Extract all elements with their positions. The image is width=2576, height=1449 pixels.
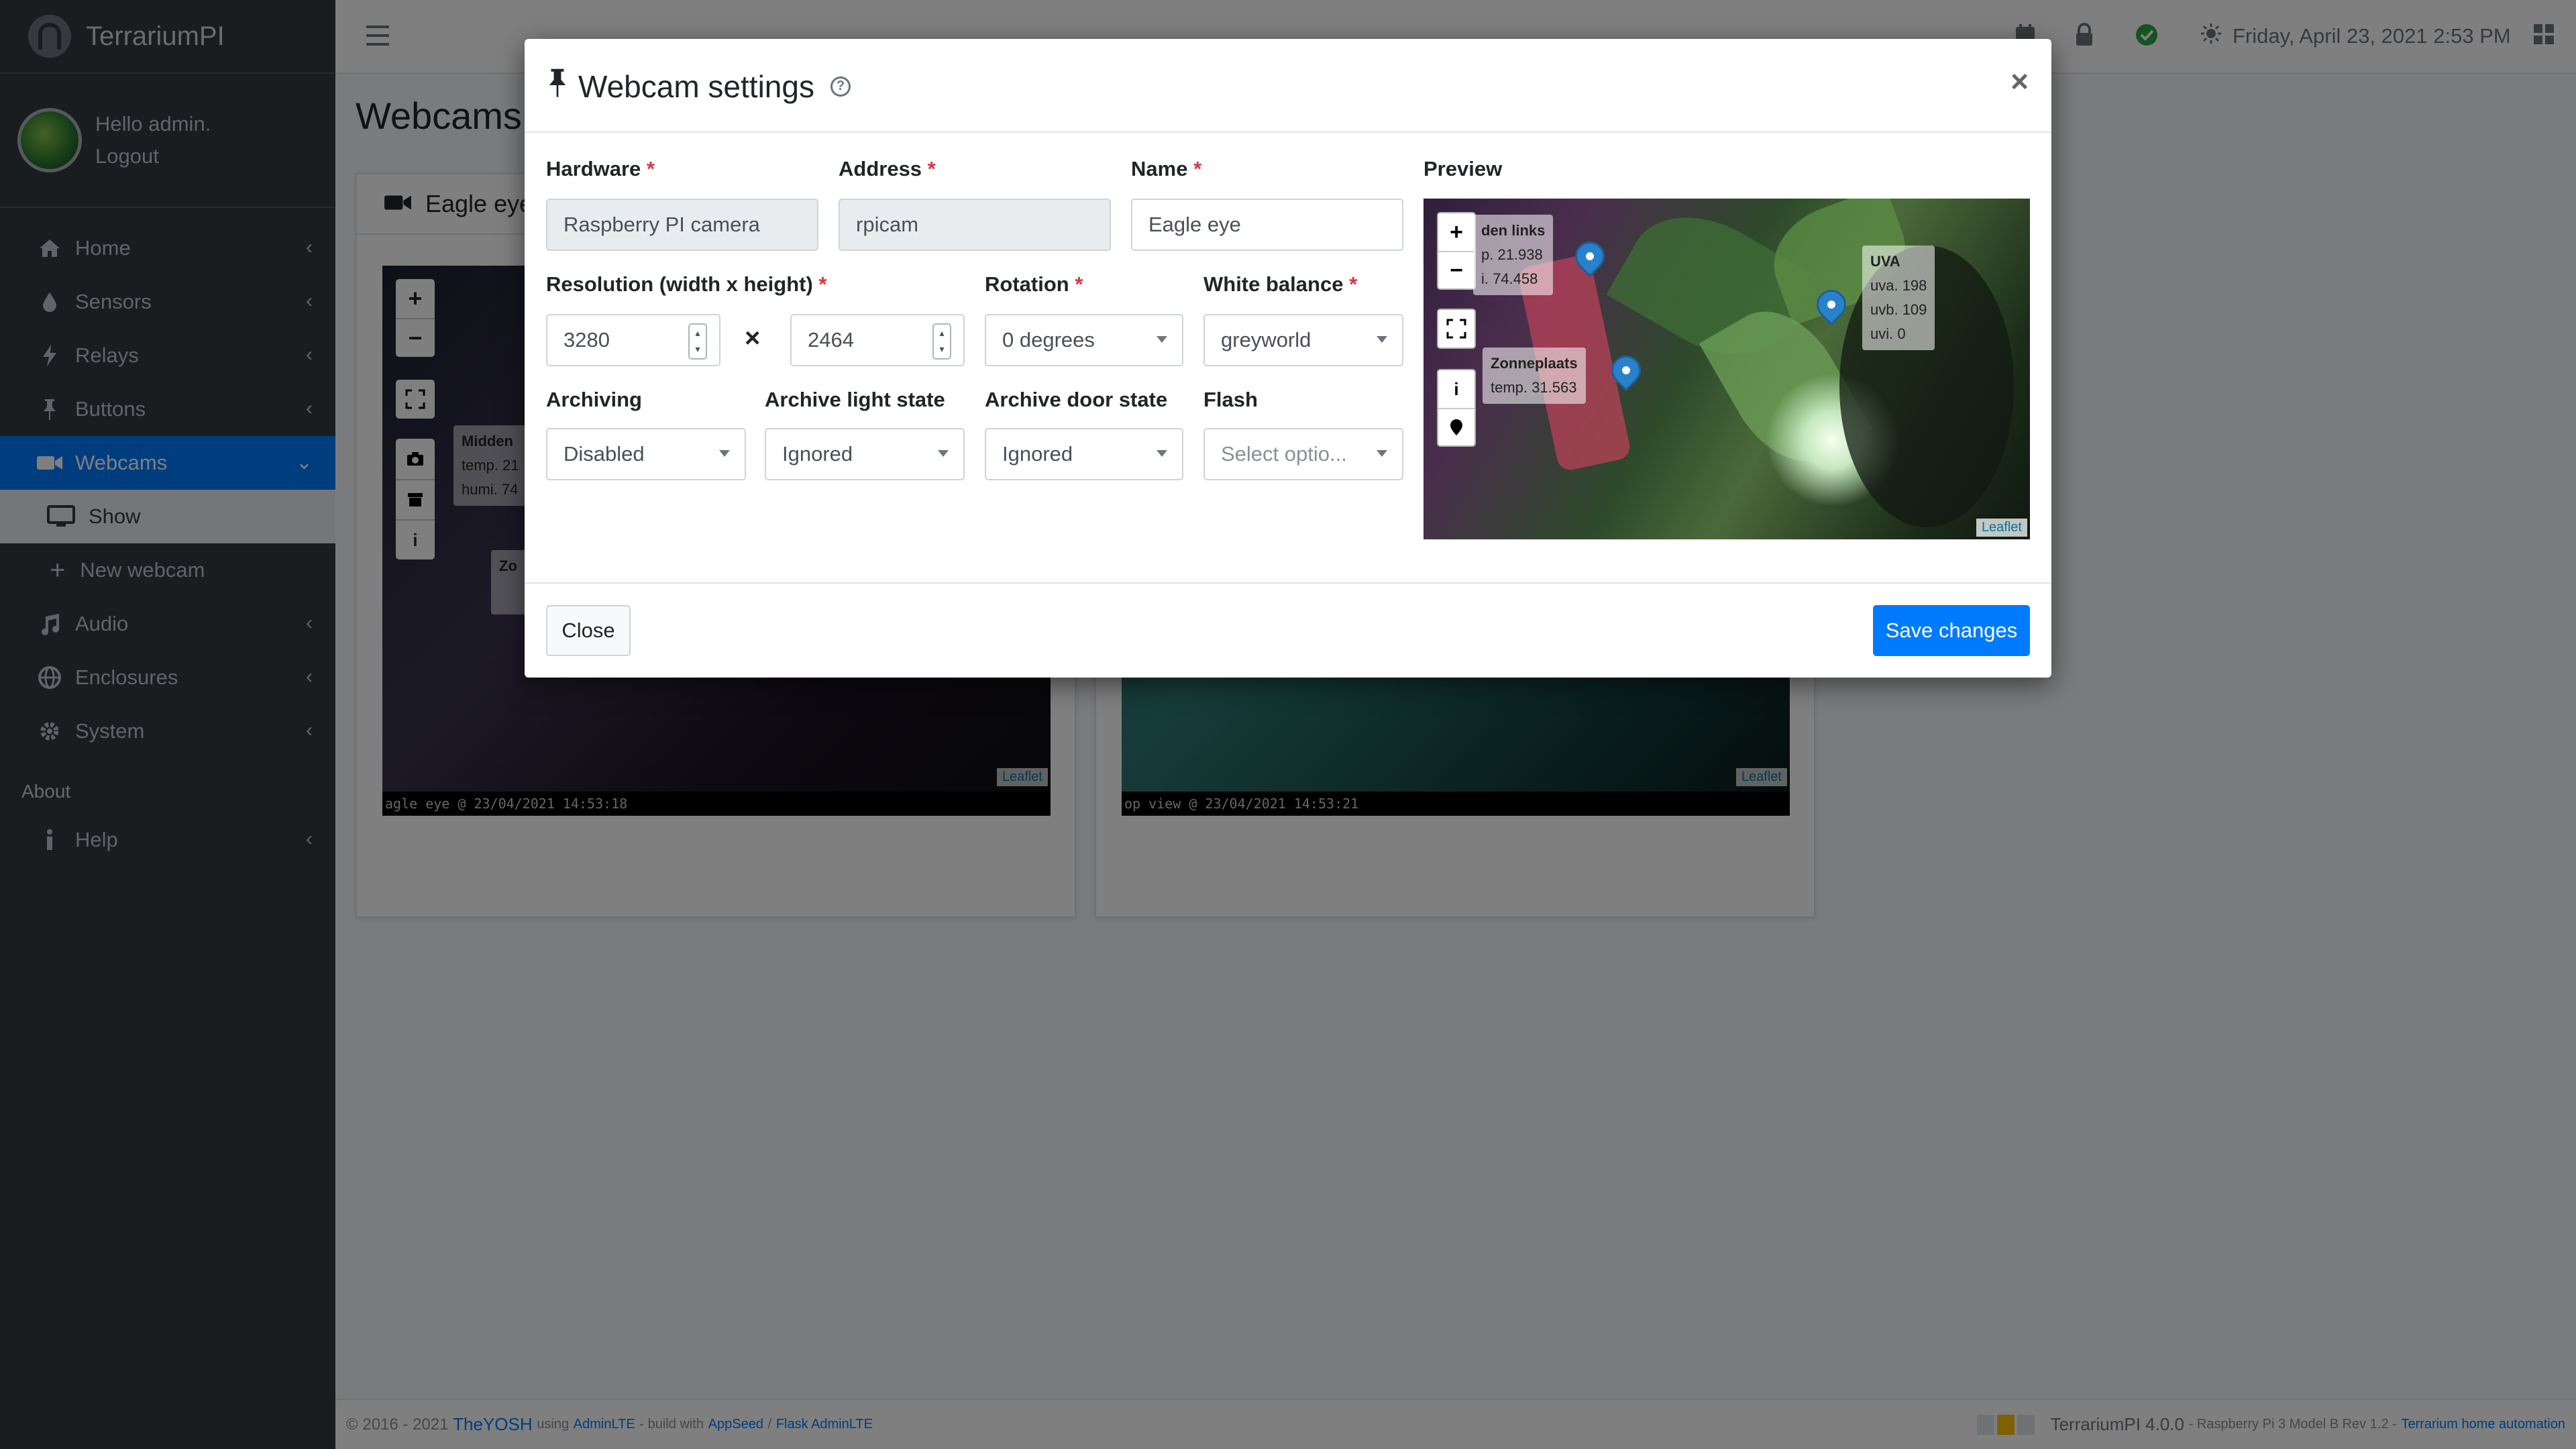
sensor-tooltip: Zonneplaats temp. 31.563 [1483, 347, 1586, 404]
number-spinner-icon[interactable]: ▴ ▾ [932, 323, 951, 360]
resolution-label: Resolution (width x height) * [546, 272, 827, 296]
rotation-label: Rotation * [985, 272, 1083, 296]
leaflet-attribution[interactable]: Leaflet [1976, 519, 2027, 537]
address-label: Address * [839, 157, 936, 180]
flash-select[interactable]: Select optio... [1203, 428, 1403, 480]
info-icon[interactable]: i [1438, 370, 1474, 408]
name-field[interactable]: Eagle eye [1131, 199, 1403, 251]
close-button[interactable]: Close [546, 605, 631, 656]
save-changes-button[interactable]: Save changes [1873, 605, 2030, 656]
archive-door-select[interactable]: Ignored [985, 428, 1183, 480]
white-balance-select[interactable]: greyworld [1203, 314, 1403, 366]
times-icon: × [745, 323, 761, 353]
modal-header: Webcam settings ? × [525, 39, 2051, 133]
white-balance-label: White balance * [1203, 272, 1358, 296]
chevron-down-icon [1157, 450, 1167, 457]
sensor-tooltip: den links p. 21.938 i. 74.458 [1473, 215, 1554, 295]
archive-light-select[interactable]: Ignored [765, 428, 965, 480]
chevron-down-icon [1377, 336, 1387, 343]
modal-footer: Close Save changes [525, 582, 2051, 678]
chevron-down-icon [1377, 450, 1387, 457]
rotation-select[interactable]: 0 degrees [985, 314, 1183, 366]
chevron-down-icon [719, 450, 730, 457]
fullscreen-control [1437, 309, 1476, 349]
map-tools: i [1437, 369, 1476, 447]
modal-title: Webcam settings [578, 68, 814, 104]
chevron-down-icon [938, 450, 949, 457]
name-label: Name * [1131, 157, 1202, 180]
number-spinner-icon[interactable]: ▴ ▾ [688, 323, 707, 360]
resolution-height-input[interactable]: 2464 ▴ ▾ [790, 314, 965, 366]
fullscreen-icon[interactable] [1438, 310, 1474, 347]
question-circle-icon[interactable]: ? [830, 76, 851, 97]
close-icon[interactable]: × [2010, 63, 2029, 99]
archiving-select[interactable]: Disabled [546, 428, 746, 480]
zoom-controls: + − [1437, 212, 1476, 290]
archiving-label: Archiving [546, 388, 642, 411]
flash-label: Flash [1203, 388, 1258, 411]
sensor-tooltip: UVA uva. 198 uvb. 109 uvi. 0 [1862, 246, 1935, 350]
resolution-width-input[interactable]: 3280 ▴ ▾ [546, 314, 720, 366]
address-field[interactable]: rpicam [839, 199, 1111, 251]
webcam-preview-map[interactable]: + − i den links p. 21.938 i. 74.458 Zonn… [1424, 199, 2030, 539]
preview-label: Preview [1424, 157, 1503, 180]
webcam-settings-modal: Webcam settings ? × Hardware * Raspberry… [525, 39, 2051, 678]
chevron-down-icon [1157, 336, 1167, 343]
hardware-label: Hardware * [546, 157, 655, 180]
hardware-field[interactable]: Raspberry PI camera [546, 199, 818, 251]
marker-icon[interactable] [1438, 408, 1474, 445]
thumbtack-icon [546, 67, 569, 105]
zoom-in-button[interactable]: + [1438, 213, 1474, 251]
archive-door-label: Archive door state [985, 388, 1168, 411]
archive-light-label: Archive light state [765, 388, 945, 411]
zoom-out-button[interactable]: − [1438, 251, 1474, 288]
